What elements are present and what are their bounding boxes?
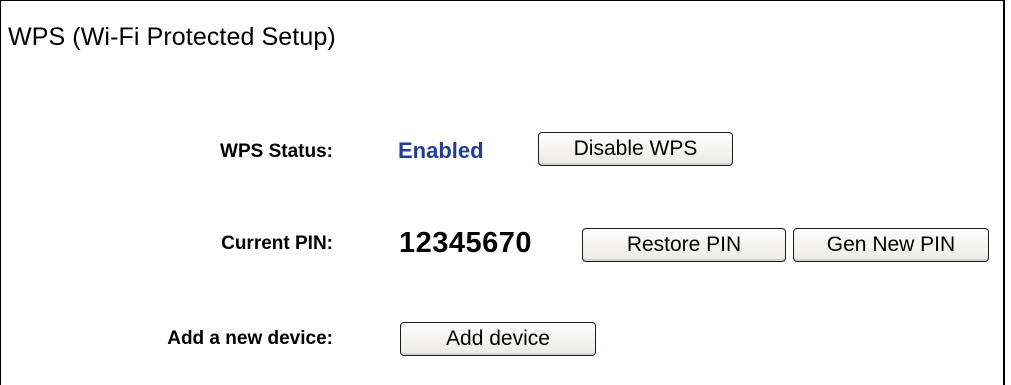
add-device-button[interactable]: Add device <box>400 322 596 356</box>
wps-status-label: WPS Status: <box>220 141 333 162</box>
wps-settings-panel: WPS (Wi-Fi Protected Setup) WPS Status: … <box>0 0 1005 385</box>
disable-wps-button[interactable]: Disable WPS <box>538 132 733 166</box>
add-device-label: Add a new device: <box>167 328 333 349</box>
restore-pin-button[interactable]: Restore PIN <box>582 228 786 262</box>
wps-status-value: Enabled <box>398 138 484 163</box>
section-title: WPS (Wi-Fi Protected Setup) <box>8 23 336 51</box>
gen-new-pin-button[interactable]: Gen New PIN <box>793 228 989 262</box>
current-pin-label: Current PIN: <box>221 233 333 254</box>
current-pin-value: 12345670 <box>399 227 533 259</box>
